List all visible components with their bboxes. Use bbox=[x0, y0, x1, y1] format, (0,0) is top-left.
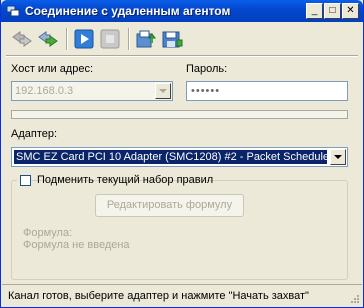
adapter-value: SMC EZ Card PCI 10 Adapter (SMC1208) #2 … bbox=[14, 150, 327, 164]
resize-grip-icon[interactable] bbox=[350, 294, 360, 304]
status-text: Канал готов, выберите адаптер и нажмите … bbox=[8, 290, 309, 302]
formula-label: Формула: bbox=[23, 227, 73, 239]
host-combobox[interactable]: 192.168.0.3 bbox=[11, 81, 173, 101]
close-icon: ✕ bbox=[346, 5, 355, 16]
password-field[interactable]: •••••• bbox=[186, 81, 348, 101]
title-bar[interactable]: Соединение с удаленным агентом _ □ ✕ bbox=[1, 0, 363, 22]
password-label: Пароль: bbox=[186, 63, 228, 75]
host-value: 192.168.0.3 bbox=[15, 85, 74, 97]
connection-progress-bar bbox=[11, 110, 348, 119]
override-rules-checkbox[interactable] bbox=[20, 175, 31, 186]
stop-capture-button[interactable] bbox=[98, 27, 122, 51]
formula-value: Формула не введена bbox=[23, 239, 130, 251]
network-agent-icon bbox=[6, 5, 20, 17]
adapter-dropdown-button[interactable] bbox=[330, 149, 346, 165]
connect-icon bbox=[38, 31, 58, 47]
minimize-button[interactable]: _ bbox=[306, 3, 323, 19]
adapter-label: Адаптер: bbox=[11, 128, 58, 140]
toolbar-separator bbox=[66, 28, 68, 50]
start-capture-button[interactable] bbox=[72, 27, 96, 51]
override-rules-label[interactable]: Подменить текущий набор правил bbox=[37, 174, 213, 186]
adapter-combobox[interactable]: SMC EZ Card PCI 10 Adapter (SMC1208) #2 … bbox=[11, 147, 348, 167]
start-capture-icon bbox=[74, 29, 94, 49]
disconnect-button[interactable] bbox=[10, 27, 34, 51]
rules-groupbox-header: Подменить текущий набор правил bbox=[17, 173, 213, 187]
save-rules-button[interactable] bbox=[160, 27, 184, 51]
stop-capture-icon bbox=[100, 29, 120, 49]
toolbar bbox=[6, 25, 358, 53]
maximize-icon: □ bbox=[329, 5, 336, 16]
connect-button[interactable] bbox=[36, 27, 60, 51]
load-rules-button[interactable] bbox=[134, 27, 158, 51]
host-dropdown-button[interactable] bbox=[155, 83, 171, 99]
close-button[interactable]: ✕ bbox=[342, 3, 359, 19]
load-rules-icon bbox=[136, 30, 156, 48]
toolbar-separator bbox=[128, 28, 130, 50]
password-value: •••••• bbox=[191, 85, 221, 97]
chevron-down-icon bbox=[334, 155, 342, 159]
toolbar-divider bbox=[6, 55, 358, 57]
save-rules-icon bbox=[162, 31, 183, 48]
edit-formula-label: Редактировать формулу bbox=[106, 199, 233, 211]
dialog-window: Соединение с удаленным агентом _ □ ✕ Хос… bbox=[0, 0, 364, 308]
maximize-button[interactable]: □ bbox=[324, 3, 341, 19]
disconnect-icon bbox=[12, 31, 32, 47]
chevron-down-icon bbox=[159, 89, 167, 93]
minimize-icon: _ bbox=[311, 5, 318, 16]
edit-formula-button[interactable]: Редактировать формулу bbox=[95, 194, 244, 217]
status-bar: Канал готов, выберите адаптер и нажмите … bbox=[2, 284, 362, 306]
host-label: Хост или адрес: bbox=[11, 63, 94, 75]
window-title: Соединение с удаленным агентом bbox=[25, 4, 231, 18]
